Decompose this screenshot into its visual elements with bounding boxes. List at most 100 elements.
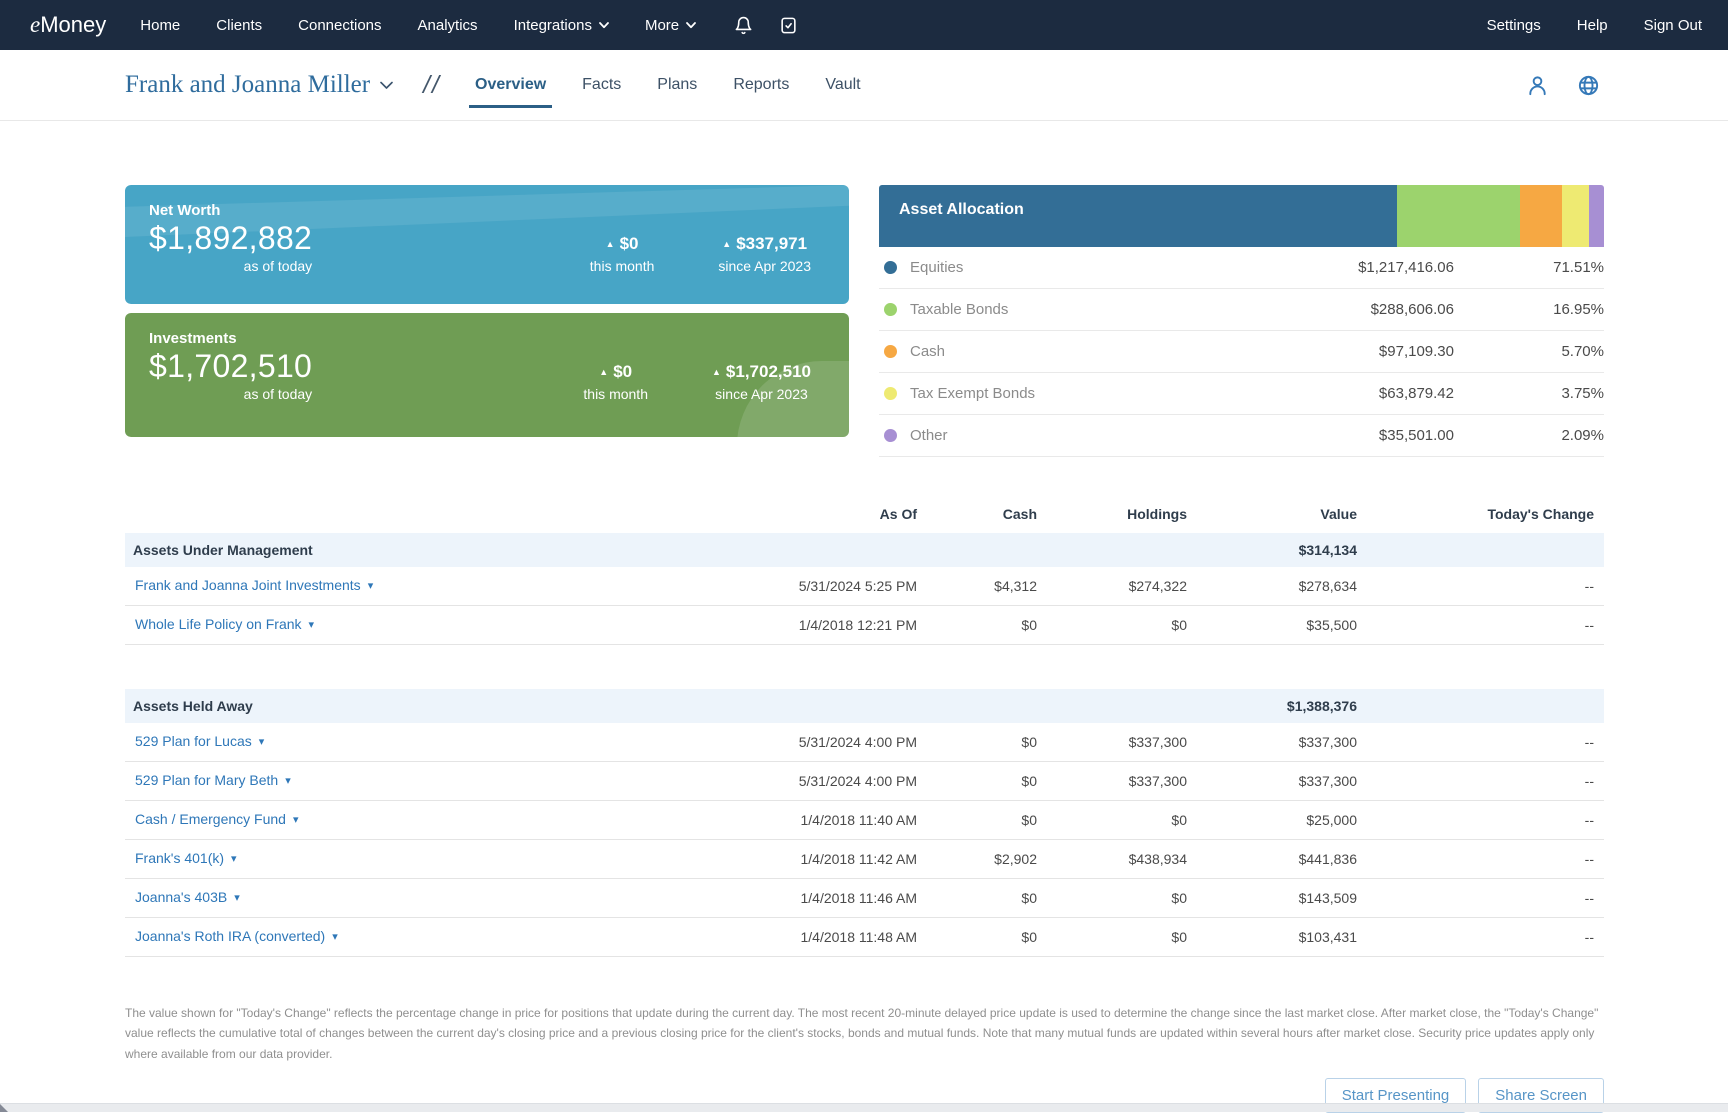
cash-dot-icon [884, 345, 897, 358]
nav-item-sign-out[interactable]: Sign Out [1644, 17, 1702, 34]
nav-items: Home Clients Connections Analytics Integ… [140, 17, 697, 34]
allocation-segment-cash [1520, 185, 1562, 247]
investments-as-of: as of today [243, 385, 313, 402]
column-header-value: Value [1320, 506, 1357, 522]
logo-e: e [30, 12, 41, 37]
allocation-row-tax-exempt-bonds: Tax Exempt Bonds $63,879.42 3.75% [879, 373, 1604, 415]
nav-item-more[interactable]: More [645, 17, 697, 34]
client-profile-person-icon[interactable] [1526, 74, 1549, 97]
accounts-table: As Of Cash Holdings Value Today's Change… [125, 499, 1604, 957]
tax-exempt-bonds-dot-icon [884, 387, 897, 400]
account-link[interactable]: Joanna's 403B ▾ [127, 889, 240, 905]
nav-item-integrations[interactable]: Integrations [514, 17, 609, 34]
triangle-up-icon: ▲ [605, 239, 615, 249]
nav-item-connections[interactable]: Connections [298, 17, 381, 34]
client-header: Frank and Joanna Miller // Overview Fact… [0, 50, 1728, 121]
summary-cards: Net Worth $1,892,882 as of today ▲ $0 thi… [125, 185, 849, 457]
top-navbar: eMoney Home Clients Connections Analytic… [0, 0, 1728, 50]
allocation-row-taxable-bonds: Taxable Bonds $288,606.06 16.95% [879, 289, 1604, 331]
tab-overview[interactable]: Overview [468, 50, 553, 120]
allocation-segment-tax-exempt-bonds [1561, 185, 1589, 247]
triangle-up-icon: ▲ [722, 239, 732, 249]
chevron-down-icon: ▾ [258, 735, 265, 748]
allocation-segment-other [1588, 185, 1604, 247]
logo-text: Money [40, 12, 107, 37]
todays-change-disclaimer: The value shown for "Today's Change" ref… [125, 1006, 1599, 1061]
chevron-down-icon: ▾ [332, 930, 338, 943]
table-row: 529 Plan for Mary Beth ▾ 5/31/2024 4:00 P… [125, 762, 1604, 801]
investments-card[interactable]: Investments $1,702,510 as of today ▲ $0 t… [125, 313, 849, 437]
investments-value: $1,702,510 [149, 348, 313, 384]
allocation-row-other: Other $35,501.00 2.09% [879, 415, 1604, 457]
breadcrumb-separator: // [423, 70, 441, 99]
chevron-down-icon: ▾ [231, 852, 237, 865]
asset-allocation-panel: Asset Allocation Equities $1,217,416.06 … [879, 185, 1604, 457]
tab-facts[interactable]: Facts [582, 50, 621, 120]
chevron-down-icon [686, 21, 697, 29]
chevron-down-icon: ▾ [285, 774, 291, 787]
notifications-bell-icon[interactable] [734, 15, 753, 36]
horizontal-scrollbar[interactable] [0, 1103, 1728, 1112]
table-row: Cash / Emergency Fund ▾ 1/4/2018 11:40 AM… [125, 801, 1604, 840]
column-header-holdings: Holdings [1127, 506, 1187, 522]
scrollbar-corner-icon [0, 1104, 8, 1112]
tab-plans[interactable]: Plans [657, 50, 697, 120]
allocation-segment-taxable-bonds [1397, 185, 1521, 247]
taxable-bonds-dot-icon [884, 303, 897, 316]
investments-this-month: ▲ $0 this month [583, 362, 648, 402]
table-row: Whole Life Policy on Frank ▾ 1/4/2018 12:… [125, 606, 1604, 645]
section-header-assets-held-away: Assets Held Away $1,388,376 [125, 689, 1604, 723]
triangle-up-icon: ▲ [711, 367, 721, 377]
chevron-down-icon: ▾ [234, 891, 240, 904]
column-header-todays-change: Today's Change [1487, 506, 1594, 522]
net-worth-title: Net Worth [149, 202, 221, 219]
section-total: $314,134 [1298, 542, 1357, 558]
account-link[interactable]: Frank's 401(k) ▾ [127, 850, 237, 866]
nav-right: Settings Help Sign Out [1487, 17, 1702, 34]
nav-item-analytics[interactable]: Analytics [418, 17, 478, 34]
tab-reports[interactable]: Reports [733, 50, 789, 120]
nav-item-home[interactable]: Home [140, 17, 180, 34]
emoney-logo[interactable]: eMoney [30, 12, 106, 38]
section-header-assets-under-management: Assets Under Management $314,134 [125, 533, 1604, 567]
chevron-down-icon: ▾ [308, 618, 315, 631]
table-row: Frank's 401(k) ▾ 1/4/2018 11:42 AM $2,902… [125, 840, 1604, 879]
account-link[interactable]: Whole Life Policy on Frank ▾ [127, 616, 314, 632]
chevron-down-icon: ▾ [367, 579, 374, 592]
asset-allocation-bar: Asset Allocation [879, 185, 1604, 247]
chevron-down-icon [599, 21, 609, 29]
client-tabs: Overview Facts Plans Reports Vault [468, 50, 861, 120]
tab-vault[interactable]: Vault [825, 50, 860, 120]
equities-dot-icon [884, 261, 897, 274]
account-link[interactable]: 529 Plan for Lucas ▾ [127, 733, 264, 749]
investments-title: Investments [149, 330, 237, 347]
account-link[interactable]: Cash / Emergency Fund ▾ [127, 811, 299, 827]
other-dot-icon [884, 429, 897, 442]
table-row: 529 Plan for Lucas ▾ 5/31/2024 4:00 PM $0… [125, 723, 1604, 762]
section-total: $1,388,376 [1286, 698, 1357, 714]
triangle-up-icon: ▲ [599, 367, 609, 377]
allocation-row-equities: Equities $1,217,416.06 71.51% [879, 247, 1604, 289]
chevron-down-icon: ▾ [292, 813, 299, 826]
net-worth-value: $1,892,882 [149, 220, 313, 256]
account-link[interactable]: 529 Plan for Mary Beth ▾ [127, 772, 291, 788]
net-worth-card[interactable]: Net Worth $1,892,882 as of today ▲ $0 thi… [125, 185, 849, 304]
nav-item-settings[interactable]: Settings [1487, 17, 1541, 34]
client-name: Frank and Joanna Miller [125, 71, 371, 98]
table-row: Joanna's 403B ▾ 1/4/2018 11:46 AM $0 $0 $… [125, 879, 1604, 918]
account-link[interactable]: Joanna's Roth IRA (converted) ▾ [127, 928, 338, 944]
column-header-as-of: As Of [879, 506, 917, 522]
nav-item-clients[interactable]: Clients [216, 17, 262, 34]
client-website-globe-icon[interactable] [1577, 74, 1600, 97]
tasks-checkbox-icon[interactable] [779, 15, 798, 36]
client-name-dropdown[interactable]: Frank and Joanna Miller [125, 71, 393, 99]
net-worth-since: ▲ $337,971 since Apr 2023 [718, 234, 811, 274]
nav-item-help[interactable]: Help [1577, 17, 1608, 34]
asset-allocation-title: Asset Allocation [899, 201, 1024, 218]
investments-since: ▲ $1,702,510 since Apr 2023 [711, 362, 811, 402]
header-icons [1526, 74, 1600, 97]
table-header-row: As Of Cash Holdings Value Today's Change [125, 499, 1604, 529]
account-link[interactable]: Frank and Joanna Joint Investments ▾ [127, 577, 373, 593]
allocation-row-cash: Cash $97,109.30 5.70% [879, 331, 1604, 373]
table-row: Joanna's Roth IRA (converted) ▾ 1/4/2018 … [125, 918, 1604, 957]
